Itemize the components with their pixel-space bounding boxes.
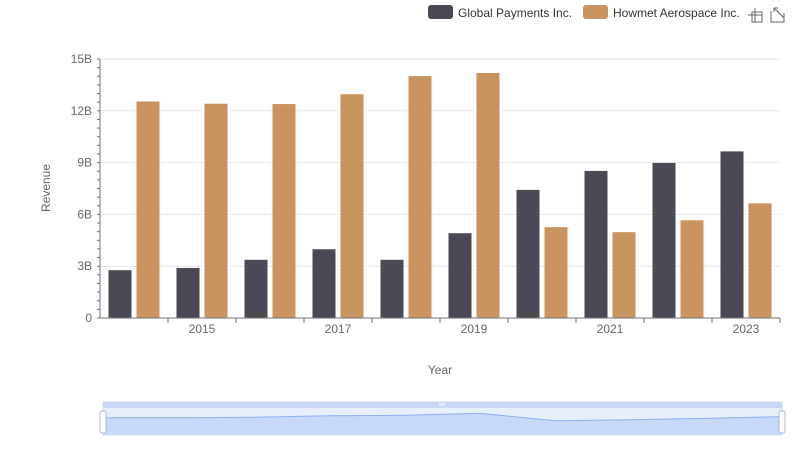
bar-global-payments-2019[interactable] <box>448 233 472 318</box>
y-tick-label: 3B <box>77 259 92 273</box>
legend-label-global-payments: Global Payments Inc. <box>458 6 572 20</box>
bar-howmet-aerospace-2017[interactable] <box>340 94 364 318</box>
bar-global-payments-2020[interactable] <box>516 189 540 318</box>
zoom-icon[interactable] <box>748 8 763 23</box>
data-zoom-handle-right[interactable] <box>778 410 786 434</box>
bar-howmet-aerospace-2019[interactable] <box>476 72 500 319</box>
legend-label-howmet-aerospace: Howmet Aerospace Inc. <box>613 6 740 20</box>
bar-global-payments-2017[interactable] <box>312 249 336 318</box>
x-tick-label: 2017 <box>325 322 352 336</box>
bar-howmet-aerospace-2022[interactable] <box>680 220 704 318</box>
x-tick-label: 2019 <box>461 322 488 336</box>
x-axis-title: Year <box>428 363 452 377</box>
bar-howmet-aerospace-2021[interactable] <box>612 232 636 318</box>
y-tick-label: 15B <box>71 52 92 66</box>
bar-howmet-aerospace-2016[interactable] <box>272 104 296 318</box>
legend-swatch-global-payments <box>428 5 453 19</box>
bar-howmet-aerospace-2020[interactable] <box>544 227 568 318</box>
y-tick-label: 9B <box>77 156 92 170</box>
legend-item-global-payments[interactable]: Global Payments Inc. <box>428 5 572 20</box>
data-zoom-slider[interactable] <box>99 401 786 436</box>
chart-container: Global Payments Inc. Howmet Aerospace In… <box>0 0 800 461</box>
restore-icon[interactable] <box>770 7 785 23</box>
y-tick-label: 0 <box>85 311 92 325</box>
data-zoom-handle-left[interactable] <box>99 410 107 434</box>
x-tick-label: 2021 <box>597 322 624 336</box>
y-axis: 0 3B 6B 9B 12B 15B <box>71 52 101 325</box>
bar-global-payments-2022[interactable] <box>652 162 676 318</box>
bar-howmet-aerospace-2018[interactable] <box>408 76 432 318</box>
legend: Global Payments Inc. Howmet Aerospace In… <box>428 5 740 20</box>
legend-swatch-howmet-aerospace <box>583 5 608 19</box>
bar-global-payments-2014[interactable] <box>108 270 132 318</box>
y-tick-label: 12B <box>71 104 92 118</box>
y-axis-title: Revenue <box>39 164 53 212</box>
x-tick-label: 2023 <box>733 322 760 336</box>
bar-howmet-aerospace-2023[interactable] <box>748 203 772 318</box>
bar-global-payments-2023[interactable] <box>720 151 744 318</box>
grid-lines <box>100 58 780 267</box>
y-tick-label: 6B <box>77 207 92 221</box>
bar-chart: Global Payments Inc. Howmet Aerospace In… <box>39 5 786 436</box>
bar-howmet-aerospace-2015[interactable] <box>204 103 228 318</box>
x-axis: 2015 2017 2019 2021 2023 <box>167 318 781 336</box>
bar-global-payments-2016[interactable] <box>244 259 268 318</box>
x-tick-label: 2015 <box>189 322 216 336</box>
bars <box>108 72 772 319</box>
bar-global-payments-2015[interactable] <box>176 267 200 318</box>
legend-item-howmet-aerospace[interactable]: Howmet Aerospace Inc. <box>583 5 740 20</box>
bar-global-payments-2021[interactable] <box>584 170 608 318</box>
bar-howmet-aerospace-2014[interactable] <box>136 101 160 318</box>
bar-global-payments-2018[interactable] <box>380 259 404 318</box>
